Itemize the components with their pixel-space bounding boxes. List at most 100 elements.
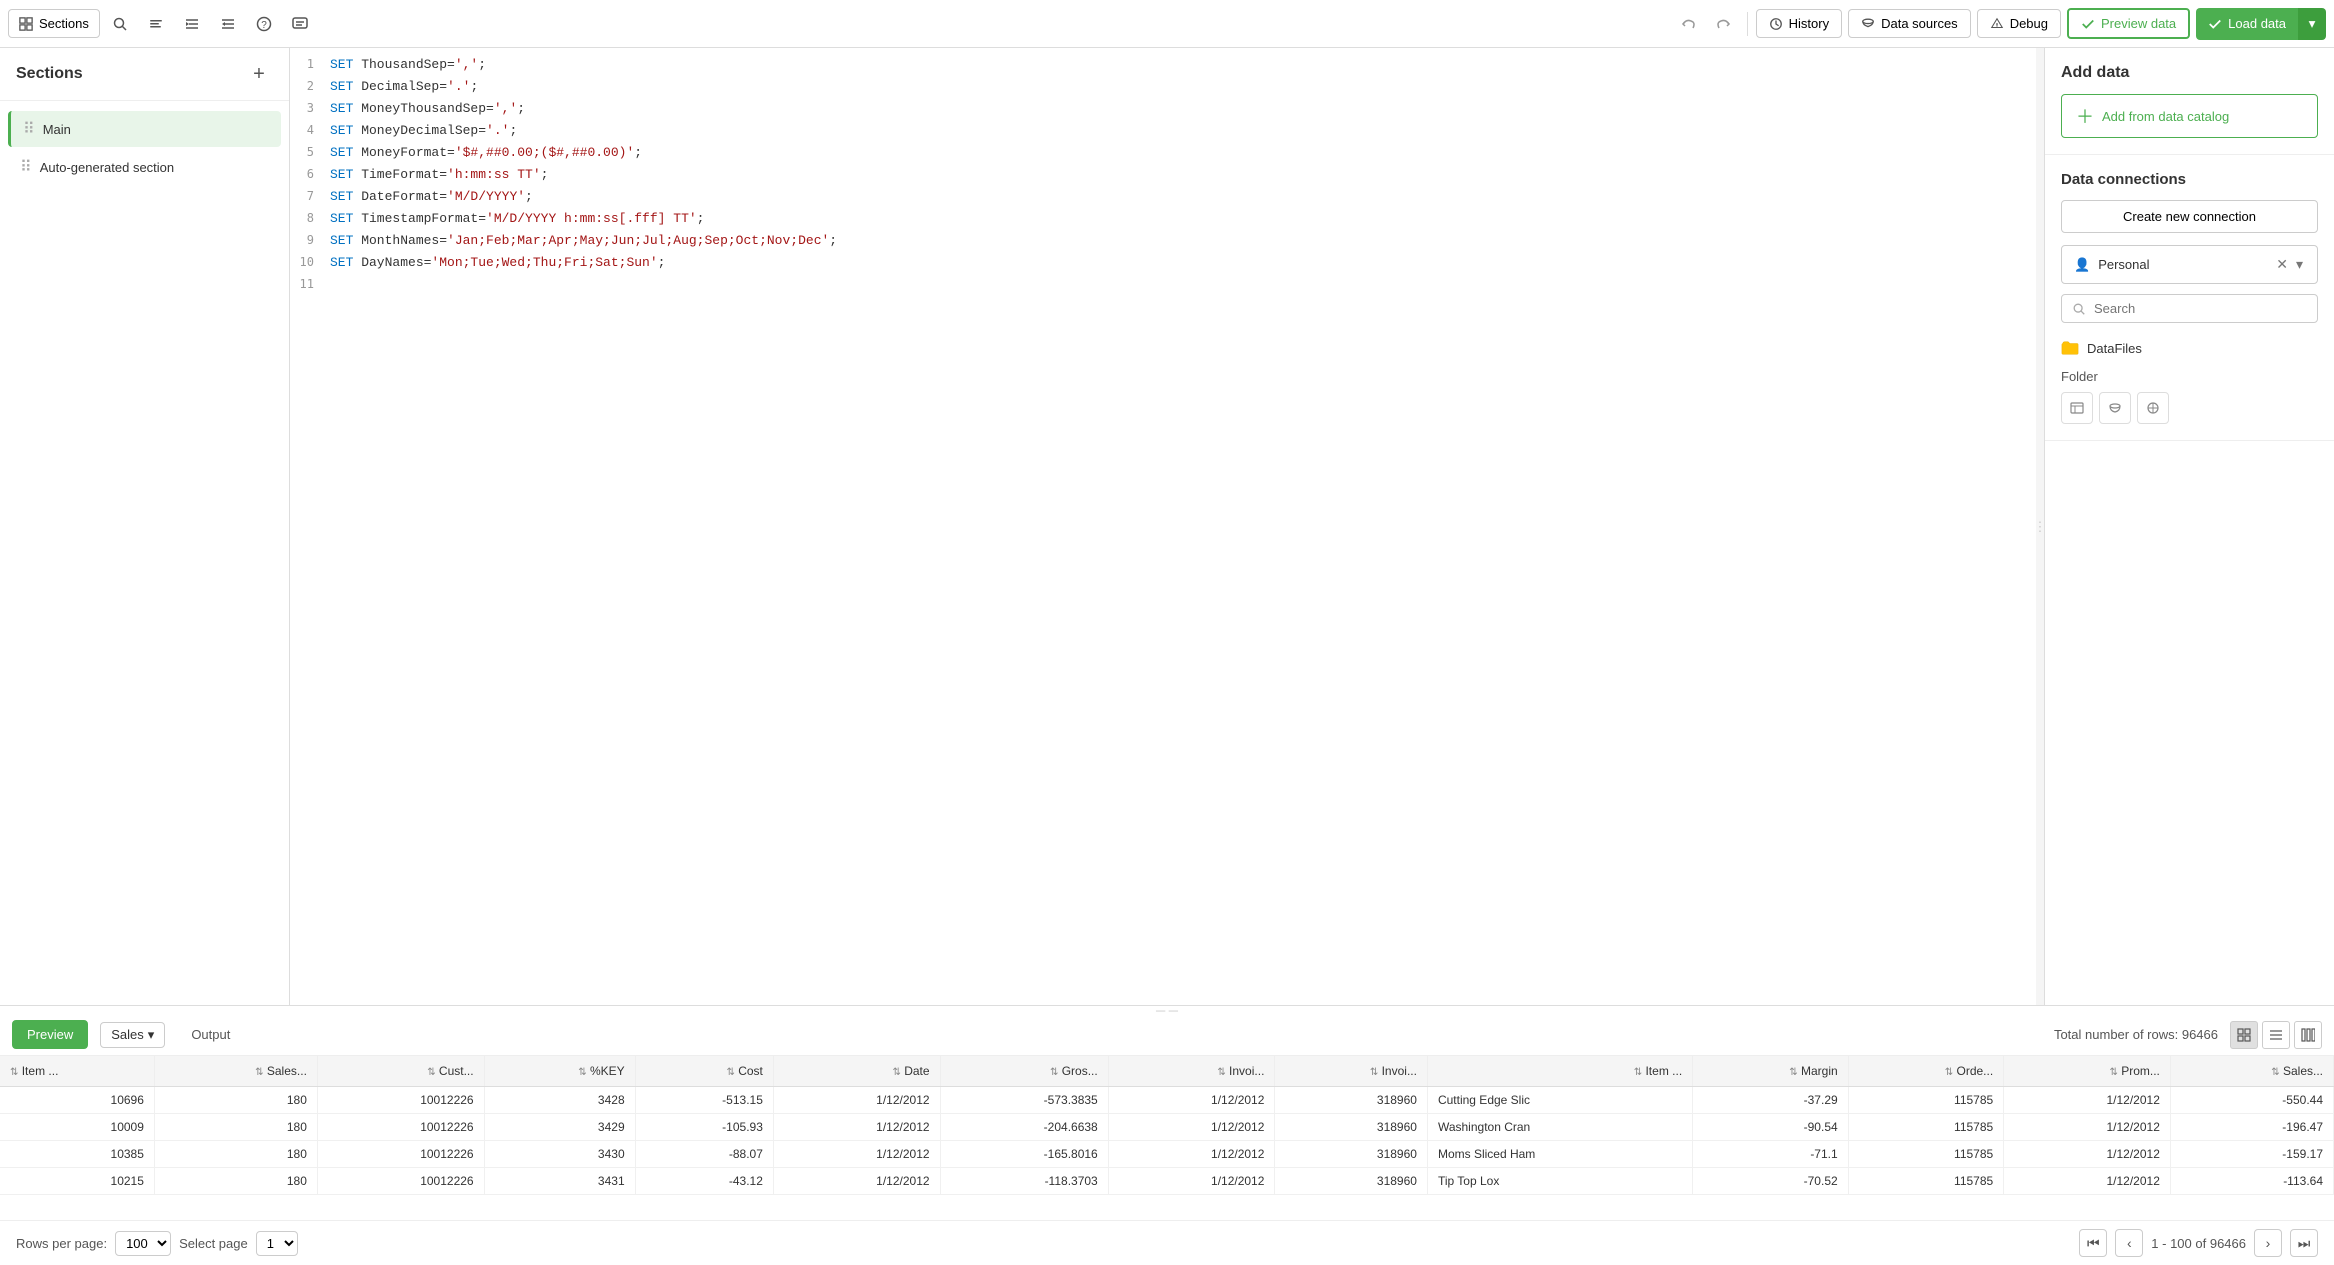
undo-button[interactable] bbox=[1673, 8, 1705, 40]
table-cell: 10012226 bbox=[317, 1087, 484, 1114]
add-from-catalog-button[interactable]: ＋ Add from data catalog bbox=[2061, 94, 2318, 138]
comment-button[interactable] bbox=[284, 8, 316, 40]
table-column-header[interactable]: ⇅ Sales... bbox=[2170, 1056, 2333, 1087]
prev-page-button[interactable]: ‹ bbox=[2115, 1229, 2143, 1257]
load-data-button[interactable]: Load data bbox=[2196, 8, 2298, 40]
expand-personal-button[interactable]: ▾ bbox=[2294, 254, 2305, 275]
preview-tab-button[interactable]: Preview bbox=[12, 1020, 88, 1049]
table-column-header[interactable]: ⇅ Item ... bbox=[1427, 1056, 1692, 1087]
table-column-header[interactable]: ⇅ Cost bbox=[635, 1056, 773, 1087]
page-select[interactable]: 1 bbox=[256, 1231, 298, 1256]
table-cell: -513.15 bbox=[635, 1087, 773, 1114]
create-connection-button[interactable]: Create new connection bbox=[2061, 200, 2318, 233]
select-page-label: Select page bbox=[179, 1236, 248, 1251]
column-sort-icon: ⇅ bbox=[726, 1067, 734, 1078]
sections-toggle-button[interactable]: Sections bbox=[8, 9, 100, 38]
pagination-right: ⏮ ‹ 1 - 100 of 96466 › ⏭ bbox=[2079, 1229, 2318, 1257]
search-connections-input[interactable] bbox=[2094, 301, 2307, 316]
last-page-button[interactable]: ⏭ bbox=[2290, 1229, 2318, 1257]
add-section-button[interactable]: + bbox=[245, 60, 273, 88]
data-table-wrapper: ⇅ Item ...⇅ Sales...⇅ Cust...⇅ %KEY⇅ Cos… bbox=[0, 1056, 2334, 1220]
table-cell: 1/12/2012 bbox=[2004, 1114, 2171, 1141]
search-icon bbox=[112, 16, 128, 32]
list-view-icon bbox=[2269, 1028, 2283, 1042]
table-column-header[interactable]: ⇅ Sales... bbox=[154, 1056, 317, 1087]
add-data-title: Add data bbox=[2061, 64, 2318, 82]
undo-icon bbox=[1681, 16, 1697, 32]
table-column-header[interactable]: ⇅ Date bbox=[773, 1056, 940, 1087]
table-cell: -165.8016 bbox=[940, 1141, 1108, 1168]
datasources-button[interactable]: Data sources bbox=[1848, 9, 1971, 38]
bottom-resize-handle[interactable]: ─ ─ bbox=[0, 1006, 2334, 1014]
table-column-header[interactable]: ⇅ Prom... bbox=[2004, 1056, 2171, 1087]
table-column-header[interactable]: ⇅ %KEY bbox=[484, 1056, 635, 1087]
data-icon-2 bbox=[2107, 400, 2123, 416]
personal-label: Personal bbox=[2098, 257, 2266, 272]
code-editor[interactable]: 1SET ThousandSep=',';2SET DecimalSep='.'… bbox=[290, 48, 2036, 1005]
column-sort-icon: ⇅ bbox=[892, 1067, 900, 1078]
table-cell: 180 bbox=[154, 1087, 317, 1114]
table-cell: -196.47 bbox=[2170, 1114, 2333, 1141]
rows-per-page-select[interactable]: 100 50 25 bbox=[115, 1231, 171, 1256]
history-button[interactable]: History bbox=[1756, 9, 1842, 38]
toolbar-left: Sections bbox=[8, 8, 1669, 40]
grid-view-button[interactable] bbox=[2230, 1021, 2258, 1049]
table-cell: 1/12/2012 bbox=[2004, 1141, 2171, 1168]
table-selector[interactable]: Sales ▾ bbox=[100, 1022, 165, 1048]
next-page-button[interactable]: › bbox=[2254, 1229, 2282, 1257]
folder-action-1[interactable] bbox=[2061, 392, 2093, 424]
pagination-bar: Rows per page: 100 50 25 Select page 1 ⏮… bbox=[0, 1220, 2334, 1265]
table-column-header[interactable]: ⇅ Invoi... bbox=[1108, 1056, 1275, 1087]
table-row: 10696180100122263428-513.151/12/2012-573… bbox=[0, 1087, 2334, 1114]
table-column-header[interactable]: ⇅ Item ... bbox=[0, 1056, 154, 1087]
format-button[interactable] bbox=[140, 8, 172, 40]
help-button[interactable]: ? bbox=[248, 8, 280, 40]
preview-data-button[interactable]: Preview data bbox=[2067, 8, 2190, 39]
outdent-button[interactable] bbox=[212, 8, 244, 40]
column-view-icon bbox=[2301, 1028, 2315, 1042]
table-cell: 318960 bbox=[1275, 1087, 1428, 1114]
load-dropdown-button[interactable]: ▾ bbox=[2298, 8, 2326, 40]
output-tab-button[interactable]: Output bbox=[177, 1021, 244, 1048]
code-line: 9SET MonthNames='Jan;Feb;Mar;Apr;May;Jun… bbox=[290, 232, 2036, 254]
table-cell: 10012226 bbox=[317, 1114, 484, 1141]
page-info: 1 - 100 of 96466 bbox=[2151, 1236, 2246, 1251]
sidebar-item-autogenerated[interactable]: ⠿ Auto-generated section bbox=[8, 149, 281, 185]
code-line: 11 bbox=[290, 276, 2036, 298]
search-button[interactable] bbox=[104, 8, 136, 40]
preview-tab-label: Preview bbox=[27, 1027, 73, 1042]
list-view-button[interactable] bbox=[2262, 1021, 2290, 1049]
table-column-header[interactable]: ⇅ Invoi... bbox=[1275, 1056, 1428, 1087]
indent-button[interactable] bbox=[176, 8, 208, 40]
table-cell: Cutting Edge Slic bbox=[1427, 1087, 1692, 1114]
undo-redo-group bbox=[1673, 8, 1739, 40]
table-cell: 115785 bbox=[1848, 1168, 2004, 1195]
folder-action-2[interactable] bbox=[2099, 392, 2131, 424]
sidebar-item-main[interactable]: ⠿ Main 🗑 bbox=[8, 111, 281, 147]
table-column-header[interactable]: ⇅ Orde... bbox=[1848, 1056, 2004, 1087]
table-cell: -159.17 bbox=[2170, 1141, 2333, 1168]
rows-per-page-label: Rows per page: bbox=[16, 1236, 107, 1251]
folder-action-3[interactable] bbox=[2137, 392, 2169, 424]
redo-button[interactable] bbox=[1707, 8, 1739, 40]
code-editor-area[interactable]: 1SET ThousandSep=',';2SET DecimalSep='.'… bbox=[290, 48, 2036, 1005]
column-sort-icon: ⇅ bbox=[1789, 1067, 1797, 1078]
sections-btn-label: Sections bbox=[39, 16, 89, 31]
column-view-button[interactable] bbox=[2294, 1021, 2322, 1049]
table-column-header[interactable]: ⇅ Cust... bbox=[317, 1056, 484, 1087]
table-cell: -43.12 bbox=[635, 1168, 773, 1195]
data-table: ⇅ Item ...⇅ Sales...⇅ Cust...⇅ %KEY⇅ Cos… bbox=[0, 1056, 2334, 1195]
table-column-header[interactable]: ⇅ Gros... bbox=[940, 1056, 1108, 1087]
total-rows-info: Total number of rows: 96466 bbox=[2054, 1027, 2218, 1042]
close-personal-button[interactable]: ✕ bbox=[2274, 254, 2290, 275]
help-icon: ? bbox=[256, 16, 272, 32]
right-panel: Add data ＋ Add from data catalog Data co… bbox=[2044, 48, 2334, 1005]
table-cell: 10385 bbox=[0, 1141, 154, 1168]
sidebar-title: Sections bbox=[16, 65, 83, 83]
bottom-toolbar: Preview Sales ▾ Output Total number of r… bbox=[0, 1014, 2334, 1056]
debug-button[interactable]: Debug bbox=[1977, 9, 2061, 38]
sections-list: ⠿ Main 🗑 ⠿ Auto-generated section bbox=[0, 101, 289, 1005]
first-page-button[interactable]: ⏮ bbox=[2079, 1229, 2107, 1257]
editor-resize-handle[interactable]: ⋮ bbox=[2036, 48, 2044, 1005]
table-column-header[interactable]: ⇅ Margin bbox=[1693, 1056, 1849, 1087]
